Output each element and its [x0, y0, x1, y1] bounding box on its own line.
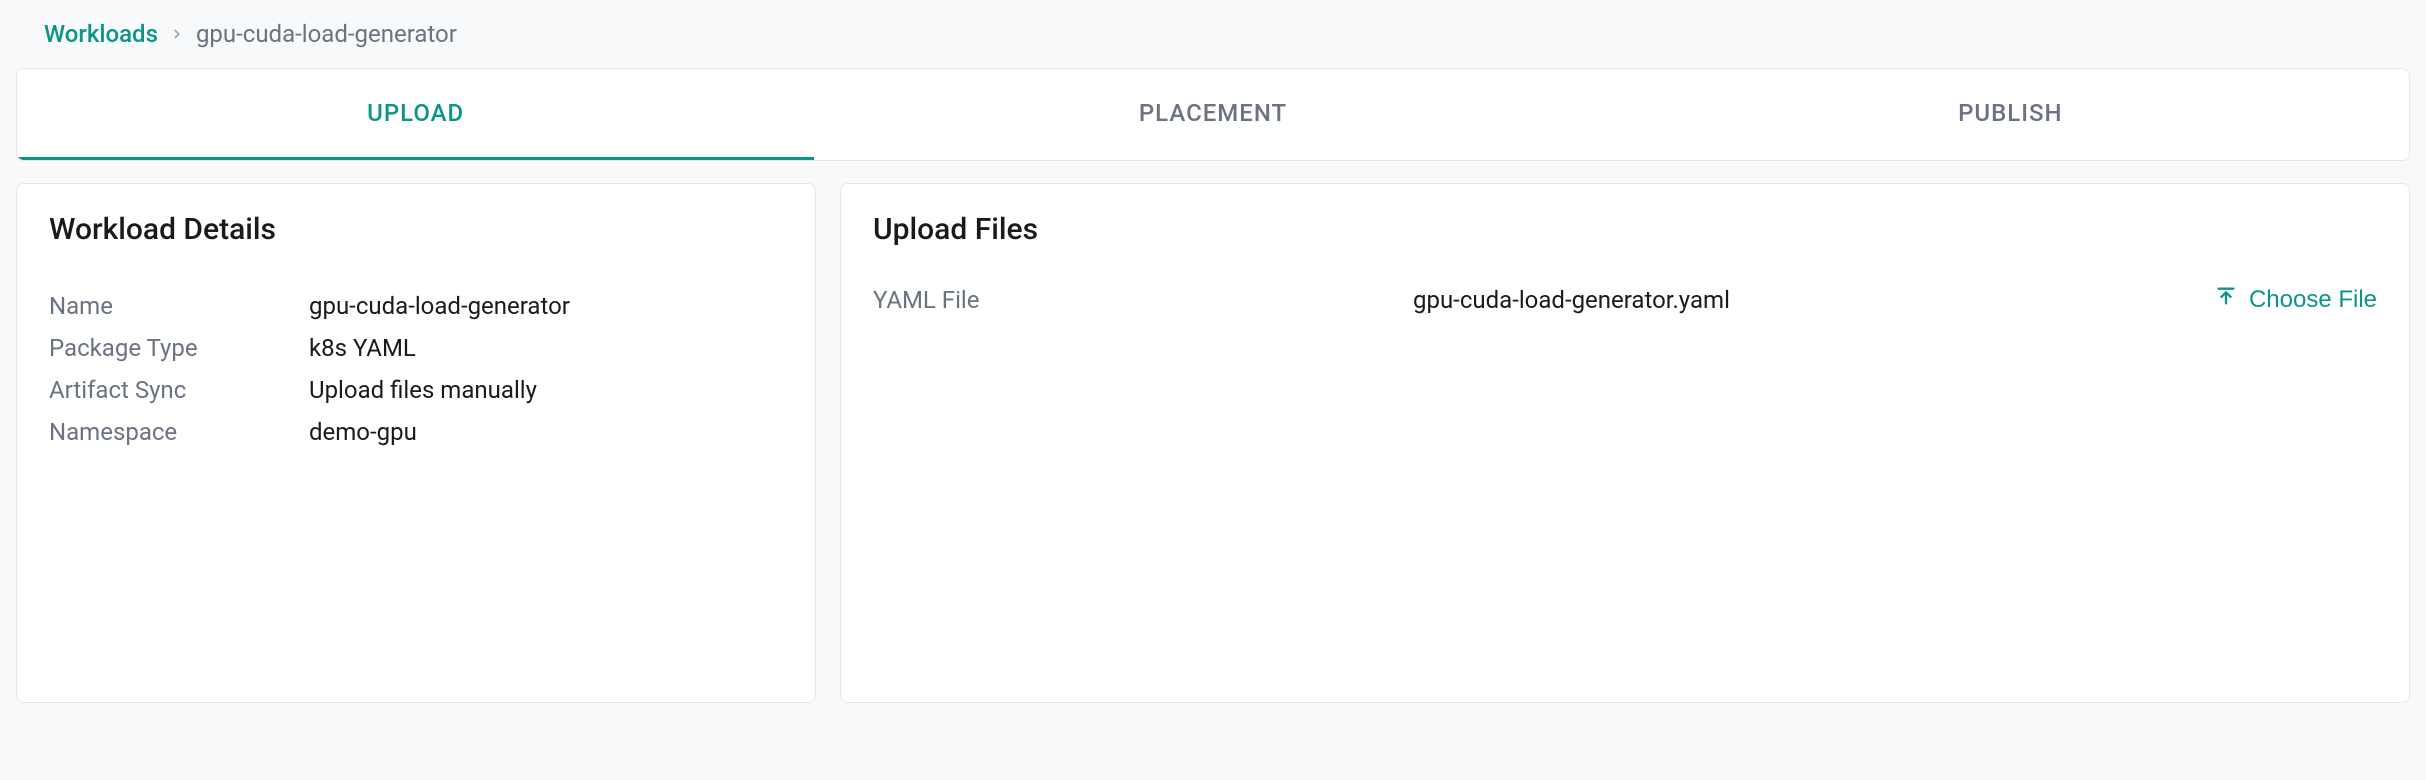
workload-details-title: Workload Details	[49, 212, 783, 247]
detail-row-namespace: Namespace demo-gpu	[49, 411, 783, 453]
upload-files-title: Upload Files	[873, 212, 2377, 247]
cards-container: Workload Details Name gpu-cuda-load-gene…	[16, 183, 2410, 703]
upload-filename: gpu-cuda-load-generator.yaml	[1413, 286, 2215, 314]
detail-value-name: gpu-cuda-load-generator	[309, 285, 570, 327]
detail-value-package-type: k8s YAML	[309, 327, 416, 369]
tabs-container: UPLOAD PLACEMENT PUBLISH	[16, 68, 2410, 161]
detail-row-name: Name gpu-cuda-load-generator	[49, 285, 783, 327]
breadcrumb-root-link[interactable]: Workloads	[44, 20, 158, 48]
detail-value-artifact-sync: Upload files manually	[309, 369, 537, 411]
detail-label-artifact-sync: Artifact Sync	[49, 369, 309, 411]
detail-value-namespace: demo-gpu	[309, 411, 417, 453]
upload-row: YAML File gpu-cuda-load-generator.yaml C…	[873, 285, 2377, 314]
tab-publish[interactable]: PUBLISH	[1612, 69, 2409, 160]
chevron-right-icon	[170, 22, 184, 46]
tab-placement[interactable]: PLACEMENT	[814, 69, 1611, 160]
choose-file-label: Choose File	[2249, 286, 2377, 314]
upload-file-label: YAML File	[873, 286, 1413, 314]
choose-file-button[interactable]: Choose File	[2215, 285, 2377, 314]
detail-label-namespace: Namespace	[49, 411, 309, 453]
breadcrumb: Workloads gpu-cuda-load-generator	[44, 20, 2410, 48]
detail-label-name: Name	[49, 285, 309, 327]
detail-row-package-type: Package Type k8s YAML	[49, 327, 783, 369]
tab-upload[interactable]: UPLOAD	[17, 69, 814, 160]
detail-row-artifact-sync: Artifact Sync Upload files manually	[49, 369, 783, 411]
upload-icon	[2215, 285, 2237, 314]
workload-details-card: Workload Details Name gpu-cuda-load-gene…	[16, 183, 816, 703]
breadcrumb-current: gpu-cuda-load-generator	[196, 20, 457, 48]
upload-files-card: Upload Files YAML File gpu-cuda-load-gen…	[840, 183, 2410, 703]
detail-label-package-type: Package Type	[49, 327, 309, 369]
